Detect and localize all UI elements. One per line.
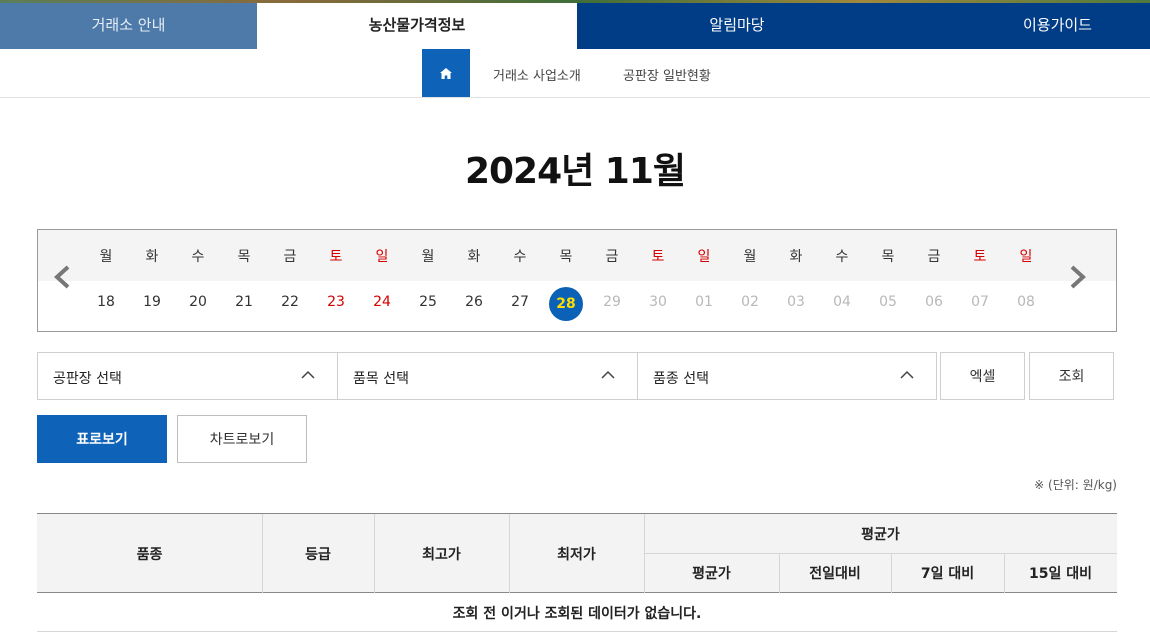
page-title: 2024년 11월 (464, 151, 686, 192)
calendar-date: 06 (925, 294, 943, 310)
item-select-label: 품목 선택 (353, 371, 409, 387)
calendar-date: 02 (741, 294, 759, 310)
calendar-date[interactable]: 24 (359, 294, 405, 310)
tab-price-info[interactable]: 농산물가격정보 (257, 0, 577, 49)
subnav-link-market-status[interactable]: 공판장 일반현황 (623, 65, 711, 84)
calendar-date[interactable]: 19 (129, 294, 175, 310)
chevron-left-icon (54, 265, 70, 289)
calendar-date[interactable]: 20 (175, 294, 221, 310)
weekday-label: 화 (467, 249, 481, 265)
calendar-date: 03 (787, 294, 805, 310)
tab-notice[interactable]: 알림마당 (577, 0, 897, 49)
calendar-date[interactable]: 21 (221, 294, 267, 310)
calendar-date: 04 (833, 294, 851, 310)
weekday-label: 일 (1019, 249, 1033, 265)
market-select[interactable]: 공판장 선택 (37, 352, 338, 400)
calendar-date: 29 (603, 294, 621, 310)
home-icon (440, 67, 452, 79)
empty-message: 조회 전 이거나 조회된 데이터가 없습니다. (452, 605, 702, 622)
weekday-label: 토 (329, 249, 343, 265)
chevron-up-icon (301, 370, 315, 379)
header-max-price: 최고가 (422, 546, 461, 563)
prev-week-button[interactable] (48, 260, 76, 294)
weekday-label: 목 (881, 249, 895, 265)
table-view-button[interactable]: 표로보기 (37, 415, 167, 463)
calendar-date: 01 (695, 294, 713, 310)
top-navigation: 거래소 안내 농산물가격정보 알림마당 이용가이드 (0, 0, 1150, 49)
decorative-strip (0, 0, 1150, 3)
calendar-date[interactable]: 27 (497, 294, 543, 310)
calendar-date[interactable]: 25 (405, 294, 451, 310)
weekday-label: 수 (191, 249, 205, 265)
weekday-label: 일 (697, 249, 711, 265)
price-table: 품종 등급 최고가 최저가 평균가 평균가 전일대비 7일 대비 15일 대비 … (37, 513, 1117, 632)
calendar-date[interactable]: 26 (451, 294, 497, 310)
weekday-label: 토 (651, 249, 665, 265)
chevron-up-icon (900, 370, 914, 379)
header-avg-price: 평균가 (692, 566, 731, 582)
home-button[interactable] (422, 49, 470, 97)
item-select[interactable]: 품목 선택 (337, 352, 638, 400)
calendar-date: 07 (971, 294, 989, 310)
weekday-label: 월 (99, 249, 113, 265)
header-avg-group: 평균가 (861, 526, 900, 543)
header-variety: 품종 (136, 546, 163, 563)
weekday-label: 화 (789, 249, 803, 265)
subnav-link-business[interactable]: 거래소 사업소개 (493, 65, 581, 84)
header-min-price: 최저가 (557, 546, 596, 563)
chevron-right-icon (1070, 265, 1086, 289)
calendar-date: 30 (649, 294, 667, 310)
weekday-label: 토 (973, 249, 987, 265)
weekday-label: 일 (375, 249, 389, 265)
next-week-button[interactable] (1064, 260, 1092, 294)
chart-view-button[interactable]: 차트로보기 (177, 415, 307, 463)
weekday-label: 목 (559, 249, 573, 265)
weekday-label: 금 (283, 249, 297, 265)
weekday-label: 월 (421, 249, 435, 265)
calendar-date: 08 (1017, 294, 1035, 310)
weekday-label: 목 (237, 249, 251, 265)
excel-button[interactable]: 엑셀 (940, 352, 1025, 400)
chevron-up-icon (601, 370, 615, 379)
selected-date[interactable]: 28 (549, 287, 583, 321)
variety-select-label: 품종 선택 (653, 371, 709, 387)
calendar-date: 05 (879, 294, 897, 310)
weekday-label: 수 (835, 249, 849, 265)
tab-guide[interactable]: 이용가이드 (897, 0, 1150, 49)
weekday-label: 금 (927, 249, 941, 265)
tab-exchange-info[interactable]: 거래소 안내 (0, 0, 257, 49)
calendar-date[interactable]: 22 (267, 294, 313, 310)
calendar-date[interactable]: 23 (313, 294, 359, 310)
weekday-label: 금 (605, 249, 619, 265)
market-select-label: 공판장 선택 (53, 371, 122, 387)
header-grade: 등급 (305, 546, 331, 563)
weekday-label: 수 (513, 249, 527, 265)
table-header: 품종 등급 최고가 최저가 평균가 평균가 전일대비 7일 대비 15일 대비 (37, 514, 1117, 593)
variety-select[interactable]: 품종 선택 (637, 352, 937, 400)
header-prev-day: 전일대비 (809, 566, 861, 582)
weekday-label: 월 (743, 249, 757, 265)
query-button[interactable]: 조회 (1029, 352, 1114, 400)
header-7day: 7일 대비 (920, 566, 975, 582)
calendar-date[interactable]: 18 (83, 294, 129, 310)
date-calendar: 월 18 화 19 수 20 목 21 금 22 토 23 일 24 월 25 화 26 수 27 목 28 금 29 토 30 일… (37, 229, 1117, 332)
header-15day: 15일 대비 (1029, 566, 1092, 582)
sub-navigation: 거래소 사업소개 공판장 일반현황 (0, 49, 1150, 98)
weekday-label: 화 (145, 249, 159, 265)
table-body: 조회 전 이거나 조회된 데이터가 없습니다. (37, 593, 1117, 632)
unit-note: ※ (단위: 원/kg) (1034, 478, 1117, 492)
